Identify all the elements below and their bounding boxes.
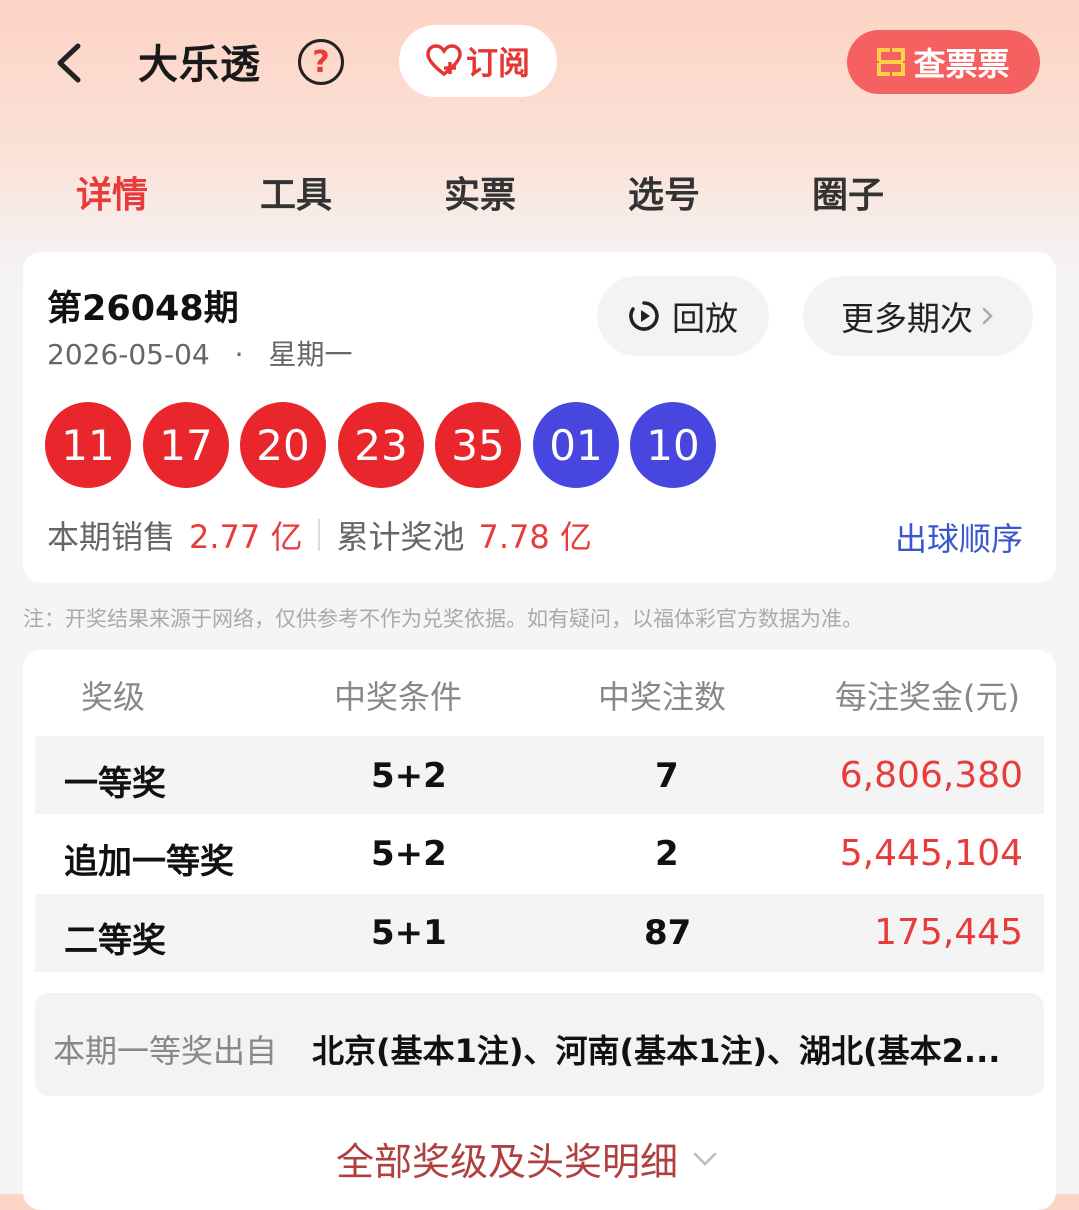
tab-tools[interactable]: 工具 [260, 166, 332, 218]
row-condition: 5+2 [371, 756, 447, 796]
check-ticket-label: 查票票 [913, 45, 1010, 83]
sales-value: 2.77 亿 [189, 518, 303, 556]
red-ball: 23 [338, 402, 424, 488]
replay-label: 回放 [672, 299, 738, 338]
draw-order-link[interactable]: 出球顺序 [895, 514, 1023, 560]
sales-label: 本期销售 [47, 518, 176, 556]
more-issues-button[interactable]: 更多期次 [803, 276, 1033, 356]
red-ball: 35 [435, 402, 521, 488]
replay-icon [629, 301, 659, 331]
row-level: 一等奖 [64, 764, 166, 804]
subscribe-label: 订阅 [465, 44, 530, 82]
more-issues-label: 更多期次 [841, 299, 973, 338]
row-condition: 5+2 [371, 834, 447, 874]
scan-icon [877, 48, 906, 76]
first-prize-origin-value: 北京(基本1注)、河南(基本1注)、湖北(基本2... [312, 1032, 1001, 1070]
divider [318, 519, 321, 551]
subscribe-button[interactable]: 订阅 [399, 25, 557, 97]
all-prize-details-label: 全部奖级及头奖明细 [336, 1140, 679, 1184]
back-arrow-icon[interactable] [50, 40, 90, 86]
date-separator: · [234, 338, 244, 371]
row-count: 87 [644, 913, 692, 953]
chevron-down-icon [693, 1152, 717, 1166]
header-level: 奖级 [81, 678, 146, 716]
row-amount: 175,445 [874, 912, 1023, 953]
first-prize-origin-label: 本期一等奖出自 [53, 1032, 278, 1070]
row-amount: 5,445,104 [839, 833, 1023, 874]
blue-ball: 01 [533, 402, 619, 488]
row-count: 2 [655, 834, 679, 874]
issue-number: 第26048期 [47, 289, 239, 329]
chevron-right-icon [982, 307, 993, 325]
red-ball: 20 [240, 402, 326, 488]
tab-pick-numbers[interactable]: 选号 [628, 166, 700, 218]
header-condition: 中奖条件 [334, 678, 463, 716]
header-count: 中奖注数 [598, 678, 727, 716]
heart-plus-icon [426, 44, 462, 77]
draw-date-line: 2026-05-04 · 星期一 [47, 333, 352, 373]
row-count: 7 [655, 756, 679, 796]
red-ball: 11 [45, 402, 131, 488]
tab-details[interactable]: 详情 [76, 166, 148, 218]
row-condition: 5+1 [371, 913, 447, 953]
tab-community[interactable]: 圈子 [812, 166, 884, 218]
sales-pool-row: 本期销售 2.77 亿 累计奖池 7.78 亿 [47, 512, 592, 558]
blue-ball: 10 [630, 402, 716, 488]
replay-button[interactable]: 回放 [597, 276, 769, 356]
row-amount: 6,806,380 [839, 755, 1023, 796]
check-ticket-button[interactable]: 查票票 [847, 30, 1040, 94]
disclaimer-note: 注：开奖结果来源于网络，仅供参考不作为兑奖依据。如有疑问，以福体彩官方数据为准。 [23, 607, 863, 631]
draw-weekday: 星期一 [268, 338, 353, 371]
row-level: 二等奖 [64, 921, 166, 961]
tab-real-tickets[interactable]: 实票 [444, 166, 516, 218]
pool-label: 累计奖池 [336, 518, 465, 556]
help-icon[interactable]: ? [298, 39, 344, 85]
header-amount: 每注奖金(元) [835, 678, 1020, 716]
row-level: 追加一等奖 [64, 842, 234, 882]
draw-date: 2026-05-04 [47, 338, 210, 371]
page-title: 大乐透 [138, 42, 261, 88]
red-ball: 17 [143, 402, 229, 488]
help-glyph: ? [312, 44, 330, 80]
all-prize-details-link[interactable]: 全部奖级及头奖明细 [336, 1131, 718, 1186]
pool-value: 7.78 亿 [478, 518, 592, 556]
